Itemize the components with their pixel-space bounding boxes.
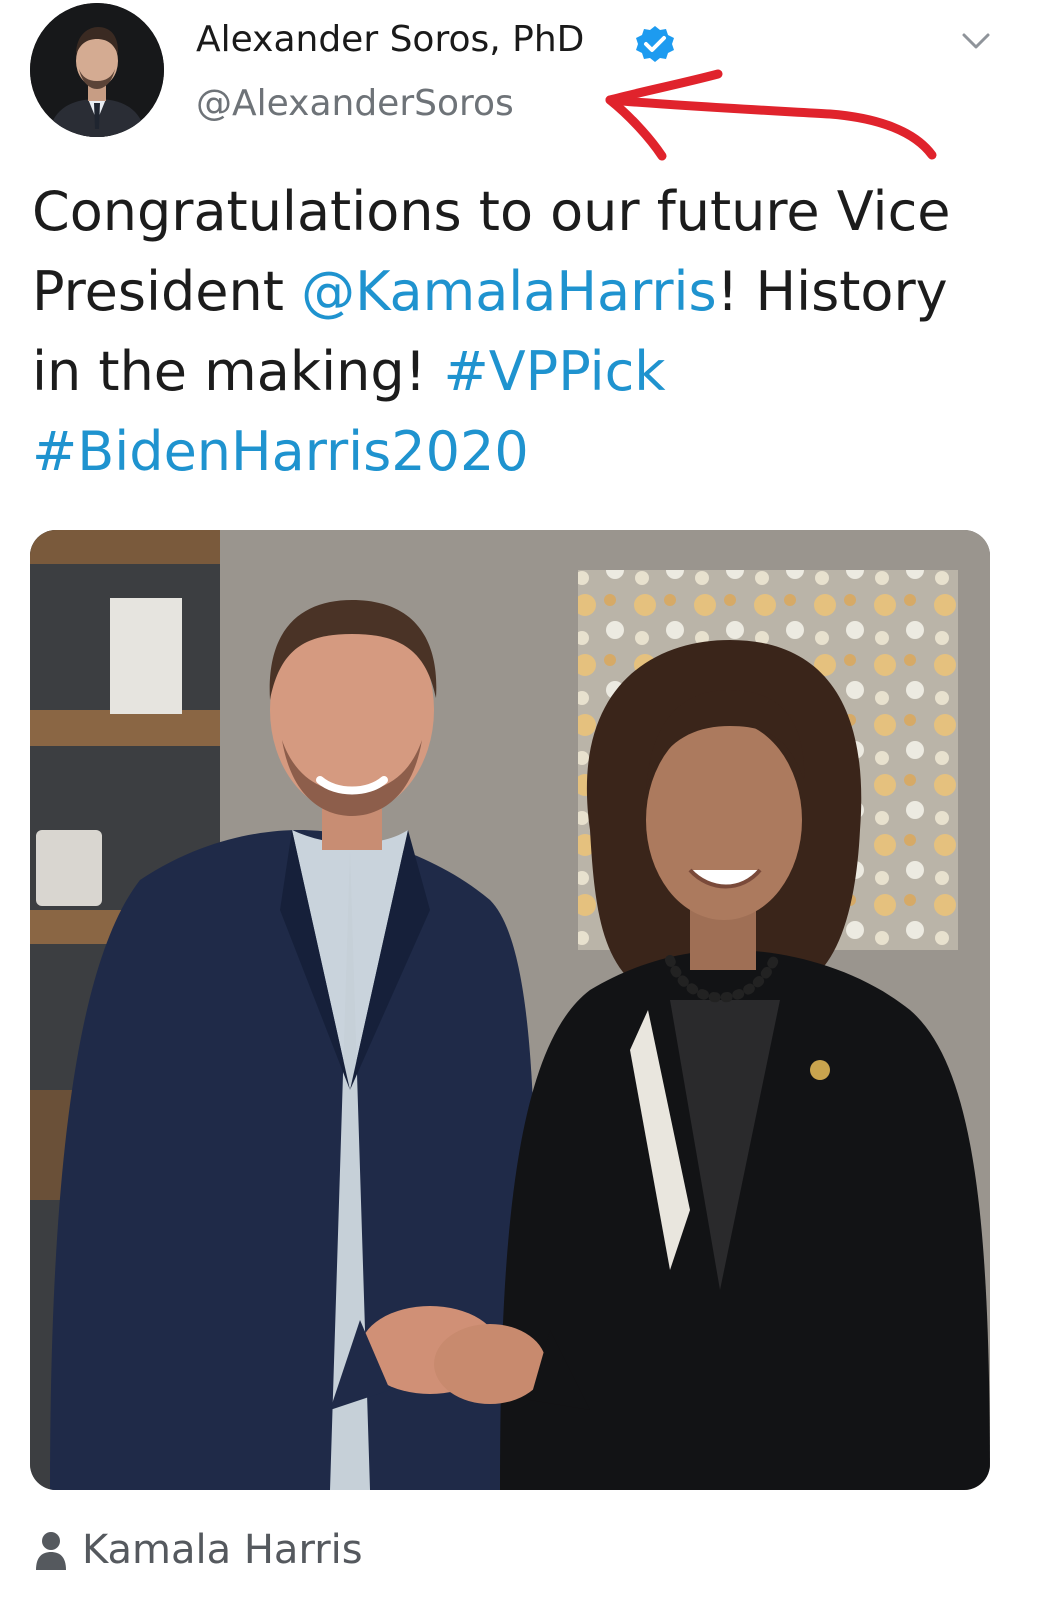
author-display-name[interactable]: Alexander Soros, PhD: [196, 18, 584, 62]
annotation-arrow: [605, 69, 937, 161]
tagged-person[interactable]: Kamala Harris: [34, 1522, 363, 1578]
author-avatar[interactable]: [30, 3, 164, 137]
mention-link[interactable]: @KamalaHarris: [301, 260, 717, 323]
verified-badge-icon: [636, 26, 674, 62]
author-handle[interactable]: @AlexanderSoros: [196, 82, 514, 126]
chevron-down-icon[interactable]: [960, 30, 992, 52]
tweet-photo[interactable]: [30, 530, 990, 1490]
hashtag-link-vppick[interactable]: #VPPick: [443, 340, 665, 403]
tagged-person-name: Kamala Harris: [82, 1527, 363, 1573]
hashtag-link-bidenharris2020[interactable]: #BidenHarris2020: [32, 420, 529, 483]
tweet-text: Congratulations to our future Vice Presi…: [32, 172, 992, 492]
person-icon: [36, 1532, 66, 1570]
